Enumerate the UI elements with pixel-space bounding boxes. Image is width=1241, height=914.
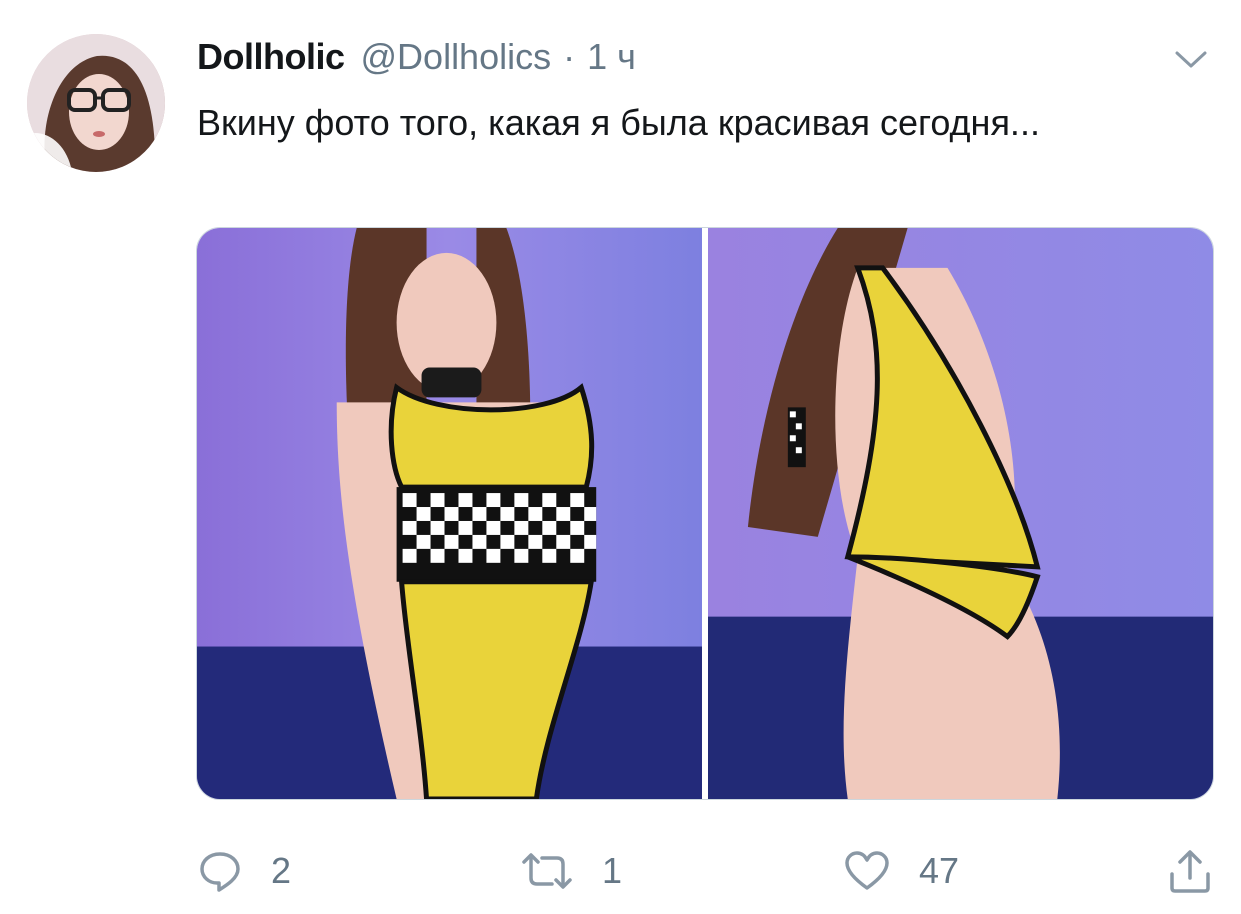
reply-icon <box>197 848 243 894</box>
chevron-down-icon[interactable] <box>1172 44 1210 74</box>
header-separator: · <box>563 36 576 77</box>
reply-button[interactable]: 2 <box>197 848 291 894</box>
photo-2-image <box>708 228 1213 799</box>
tweet-text: Вкину фото того, какая я была красивая с… <box>197 102 1040 143</box>
like-button[interactable]: 47 <box>843 848 959 894</box>
photo-1[interactable] <box>197 228 702 799</box>
retweet-count: 1 <box>602 850 623 891</box>
share-icon <box>1166 848 1214 894</box>
heart-icon <box>843 848 891 894</box>
like-count: 47 <box>919 850 960 891</box>
photo-2[interactable] <box>708 228 1213 799</box>
timestamp[interactable]: 1 ч <box>587 36 636 78</box>
share-button[interactable] <box>1166 848 1214 894</box>
avatar-image <box>27 34 165 172</box>
reply-count: 2 <box>271 850 292 891</box>
retweet-button[interactable]: 1 <box>520 848 622 894</box>
retweet-icon <box>520 848 574 894</box>
user-handle[interactable]: @Dollholics <box>361 36 552 78</box>
display-name[interactable]: Dollholic <box>197 36 345 78</box>
tweet-header: Dollholic @Dollholics · 1 ч <box>197 36 636 84</box>
photo-1-image <box>197 228 702 799</box>
media-grid <box>196 227 1214 800</box>
avatar[interactable] <box>27 34 165 172</box>
